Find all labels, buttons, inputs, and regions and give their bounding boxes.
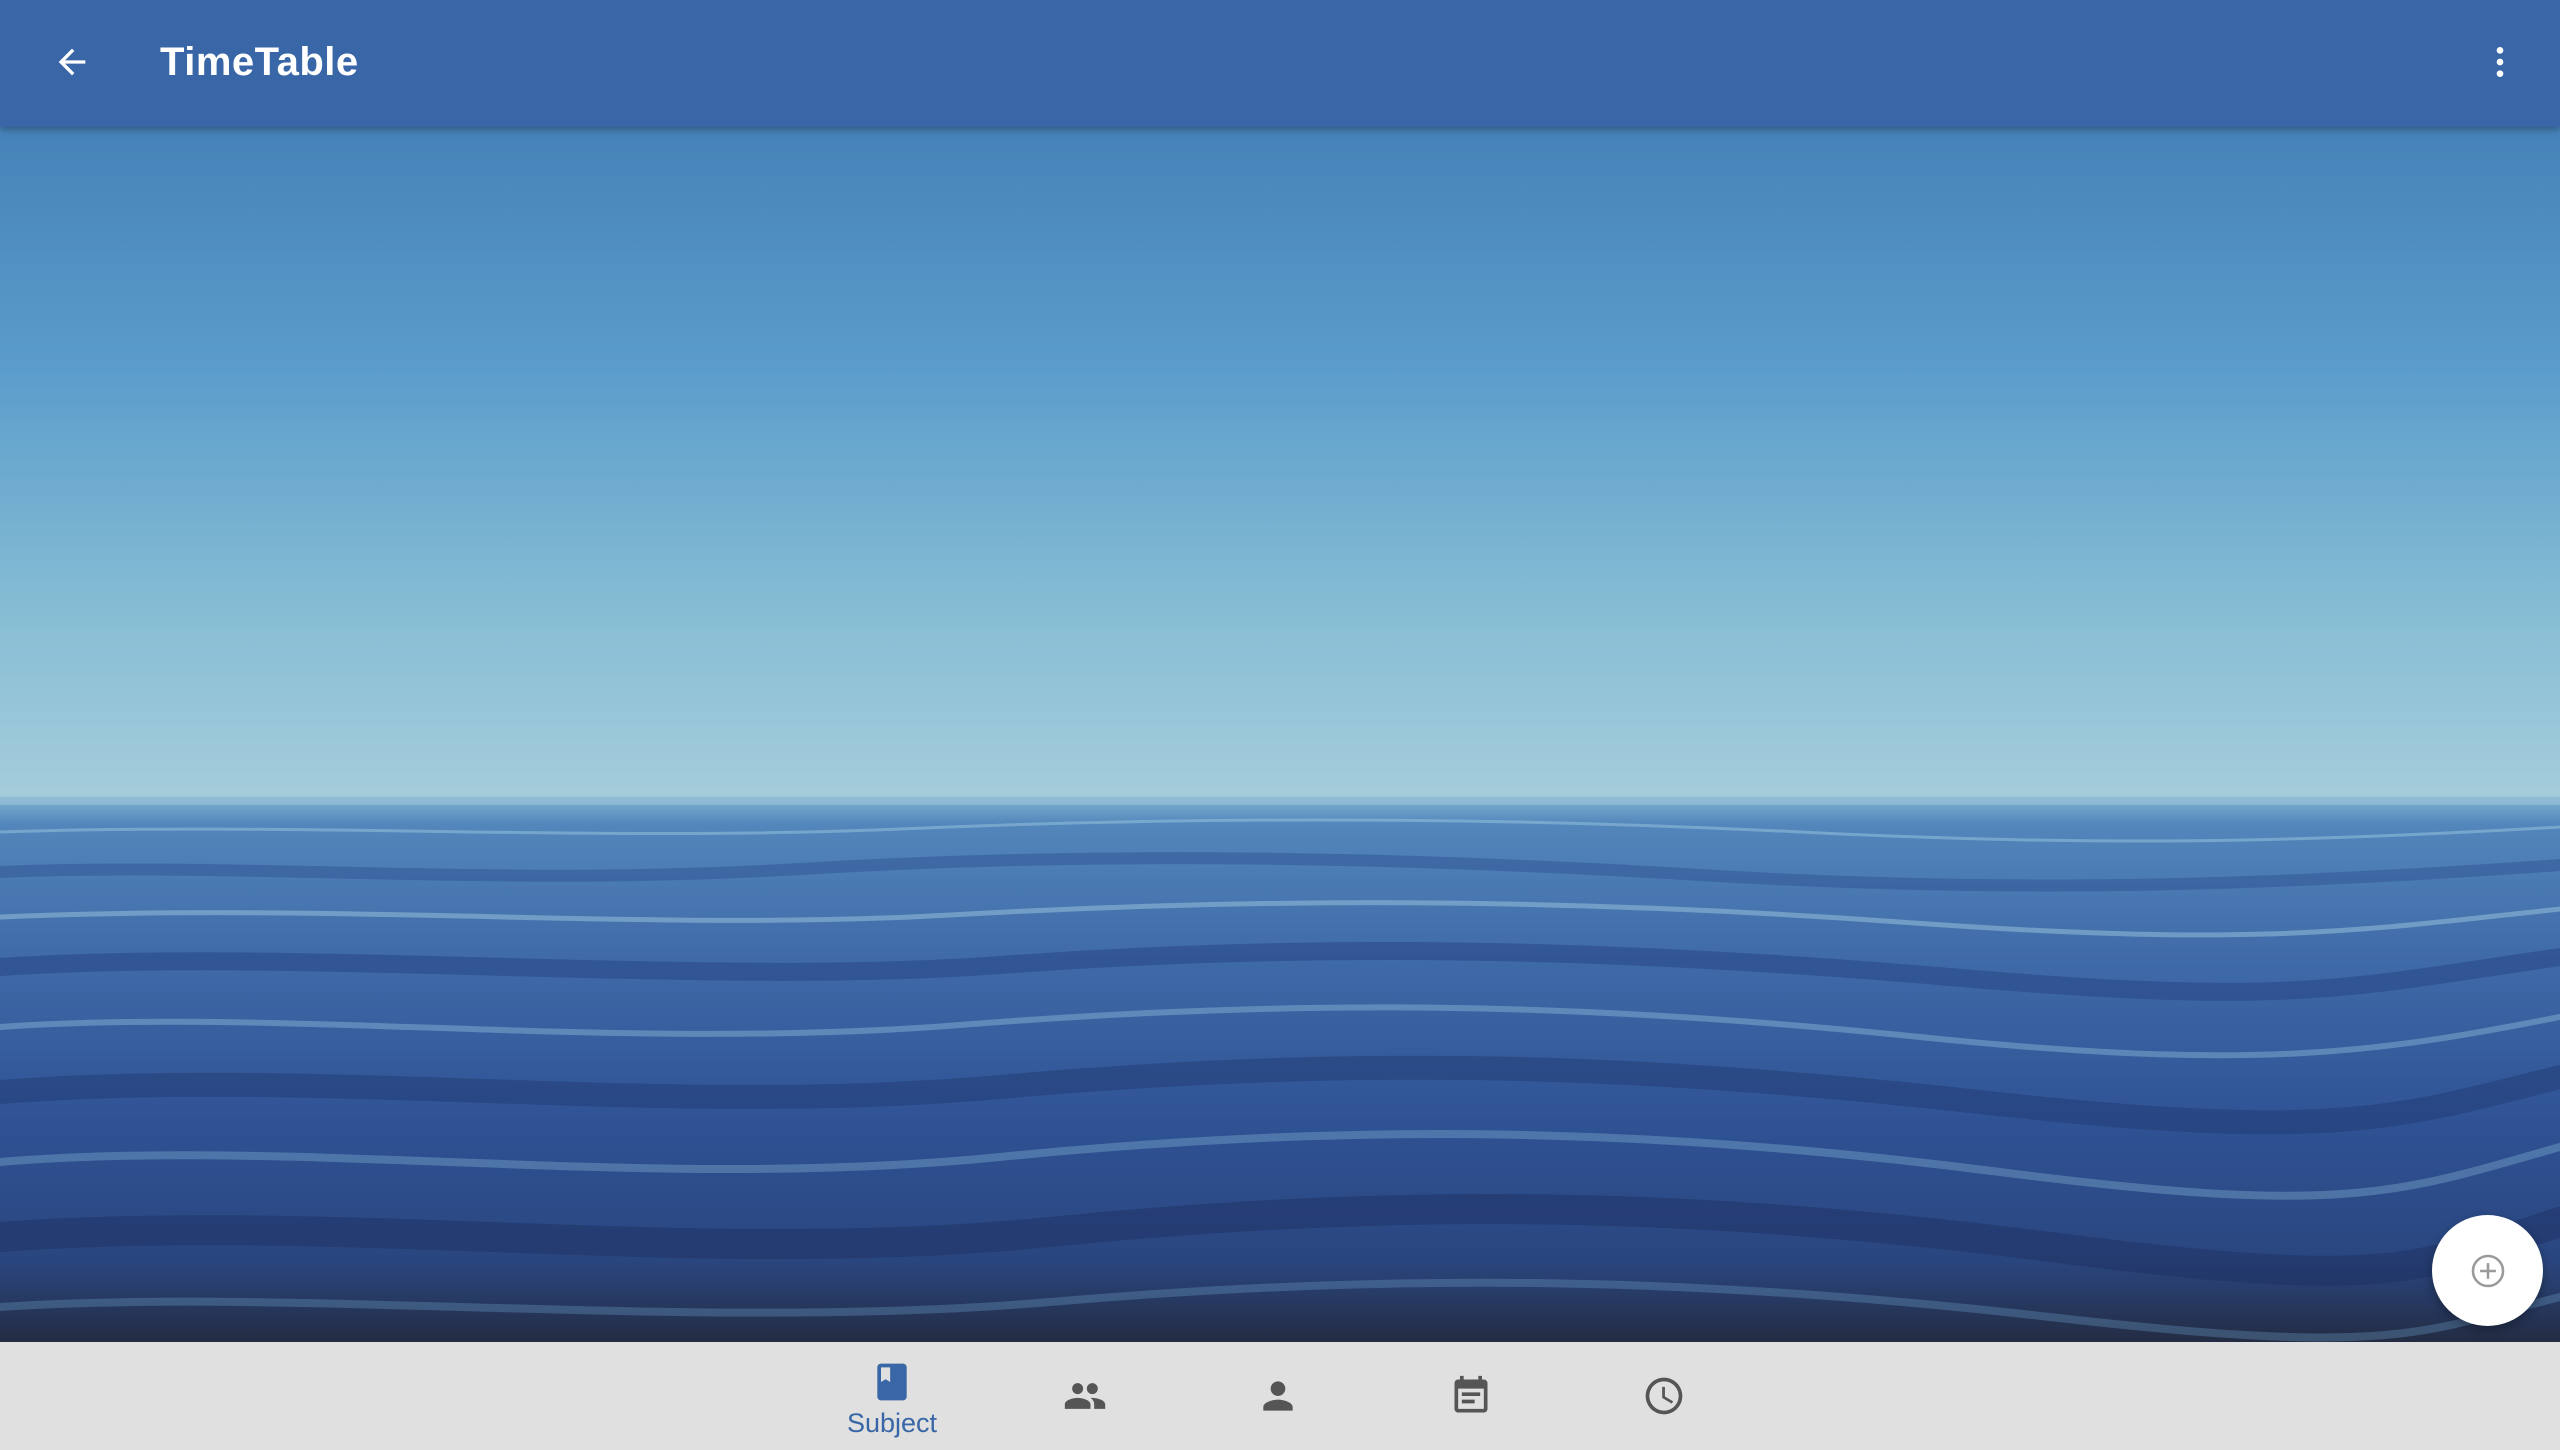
- people-icon: [1064, 1383, 1106, 1409]
- calendar-event-icon: [1454, 1375, 1488, 1413]
- back-button[interactable]: [40, 30, 104, 94]
- background-image: [0, 127, 2560, 1342]
- bottom-navigation: Subject: [0, 1342, 2560, 1450]
- nav-item-subject[interactable]: Subject: [817, 1342, 967, 1450]
- book-icon: [877, 1363, 907, 1401]
- ocean-horizon-image: [0, 127, 2560, 1342]
- nav-item-people[interactable]: [1010, 1342, 1160, 1450]
- add-circle-outline-icon: [2471, 1254, 2504, 1287]
- more-vert-icon: [2496, 47, 2504, 77]
- person-icon: [1263, 1381, 1293, 1411]
- app-bar: TimeTable: [0, 0, 2560, 127]
- nav-item-person[interactable]: [1203, 1342, 1353, 1450]
- more-options-button[interactable]: [2468, 30, 2532, 94]
- clock-icon: [1645, 1377, 1683, 1415]
- nav-item-schedule[interactable]: [1589, 1342, 1739, 1450]
- add-fab-button[interactable]: [2432, 1215, 2543, 1326]
- nav-item-label: Subject: [846, 1408, 938, 1438]
- page-title: TimeTable: [160, 40, 359, 84]
- arrow-back-icon: [58, 48, 86, 76]
- nav-item-calendar[interactable]: [1396, 1342, 1546, 1450]
